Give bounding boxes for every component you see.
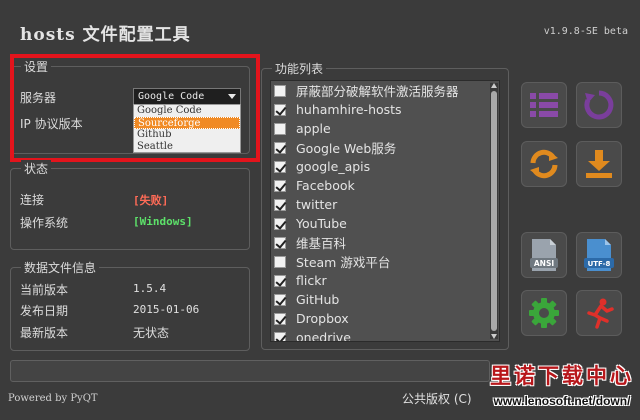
list-item-label: Steam 游戏平台 — [296, 255, 391, 270]
checkbox[interactable] — [274, 312, 286, 325]
list-item-label: 维基百科 — [296, 236, 347, 251]
current-version-label: 当前版本 — [20, 283, 69, 297]
scroll-up-arrow-icon[interactable] — [491, 83, 497, 88]
os-label: 操作系统 — [20, 216, 69, 230]
function-list-button[interactable] — [521, 82, 567, 128]
list-item-label: huhamhire-hosts — [296, 102, 402, 117]
checkbox[interactable] — [274, 274, 286, 287]
list-item-label: GitHub — [296, 292, 340, 307]
list-item-label: YouTube — [296, 216, 347, 231]
list-item[interactable]: GitHub — [271, 290, 499, 309]
latest-version-value: 无状态 — [133, 326, 170, 340]
list-item-label: apple — [296, 121, 331, 136]
utf8-export-button[interactable]: UTF-8 — [576, 232, 622, 278]
powered-by-label: Powered by PyQT — [8, 393, 98, 404]
list-item[interactable]: 屏蔽部分破解软件激活服务器 — [271, 81, 499, 100]
update-data-button[interactable] — [521, 141, 567, 187]
checkbox[interactable] — [274, 255, 286, 268]
functions-group-title: 功能列表 — [272, 60, 327, 77]
download-icon — [586, 150, 612, 178]
functions-scrollbar[interactable] — [490, 83, 498, 339]
checkbox[interactable] — [274, 198, 286, 211]
list-item[interactable]: Google Web服务 — [271, 138, 499, 157]
list-item[interactable]: Facebook — [271, 176, 499, 195]
status-group: 状态 — [10, 160, 250, 250]
list-item[interactable]: huhamhire-hosts — [271, 100, 499, 119]
reset-button[interactable] — [576, 82, 622, 128]
checkbox[interactable] — [274, 141, 286, 154]
latest-version-label: 最新版本 — [20, 326, 69, 340]
list-item[interactable]: 维基百科 — [271, 233, 499, 252]
release-date-value: 2015-01-06 — [133, 303, 200, 316]
list-item-label: twitter — [296, 197, 338, 212]
checkbox[interactable] — [274, 293, 286, 306]
list-item-label: Dropbox — [296, 311, 349, 326]
status-group-title: 状态 — [21, 160, 52, 177]
scroll-thumb[interactable] — [491, 91, 497, 331]
functions-list: 屏蔽部分破解软件激活服务器 huhamhire-hosts apple Google … — [270, 80, 500, 342]
checkbox[interactable] — [274, 103, 286, 116]
checkbox[interactable] — [274, 179, 286, 192]
exit-button[interactable] — [576, 290, 622, 336]
checkbox[interactable] — [274, 160, 286, 173]
list-item-label: Facebook — [296, 178, 355, 193]
ansi-export-button[interactable]: ANSI — [521, 232, 567, 278]
list-item[interactable]: google_apis — [271, 157, 499, 176]
watermark-cn: 里诺下载中心 — [490, 363, 634, 388]
list-item[interactable]: Steam 游戏平台 — [271, 252, 499, 271]
list-item[interactable]: apple — [271, 119, 499, 138]
progress-bar — [10, 360, 490, 382]
checkbox[interactable] — [274, 122, 286, 135]
checkbox[interactable] — [274, 331, 286, 341]
watermark: 里诺下载中心 www.lenosoft.net/down/ — [490, 360, 634, 408]
checkbox[interactable] — [274, 236, 286, 249]
list-item[interactable]: twitter — [271, 195, 499, 214]
connection-label: 连接 — [20, 193, 45, 207]
ansi-file-icon: ANSI — [530, 239, 558, 271]
utf8-file-icon: UTF-8 — [584, 239, 614, 271]
current-version-value: 1.5.4 — [133, 282, 167, 295]
os-status: [Windows] — [133, 215, 193, 228]
connection-status: [失败] — [133, 194, 169, 207]
list-item-label: google_apis — [296, 159, 371, 174]
list-item-label: onedrive — [296, 330, 351, 342]
svg-text:UTF-8: UTF-8 — [588, 260, 611, 268]
settings-icon — [529, 298, 559, 328]
list-icon — [530, 93, 558, 117]
watermark-url: www.lenosoft.net/down/ — [493, 394, 631, 408]
svg-text:ANSI: ANSI — [534, 259, 554, 268]
list-item[interactable]: flickr — [271, 271, 499, 290]
datafile-group-title: 数据文件信息 — [21, 259, 100, 276]
app-title: hosts 文件配置工具 — [20, 25, 191, 45]
refresh-icon — [584, 90, 614, 120]
scroll-down-arrow-icon[interactable] — [491, 334, 497, 339]
checkbox[interactable] — [274, 84, 286, 97]
apply-download-button[interactable] — [576, 141, 622, 187]
copyright-label: 公共版权 (C) — [402, 392, 472, 406]
list-item-label: flickr — [296, 273, 327, 288]
red-highlight-annotation — [10, 54, 260, 162]
checkbox[interactable] — [274, 217, 286, 230]
exit-run-icon — [587, 298, 614, 329]
release-date-label: 发布日期 — [20, 304, 69, 318]
version-label: v1.9.8-SE beta — [543, 26, 628, 37]
sync-icon — [530, 149, 558, 179]
list-item[interactable]: onedrive — [271, 328, 499, 342]
list-item-label: 屏蔽部分破解软件激活服务器 — [296, 84, 459, 99]
list-item[interactable]: Dropbox — [271, 309, 499, 328]
list-item[interactable]: YouTube — [271, 214, 499, 233]
settings-button[interactable] — [521, 290, 567, 336]
list-item-label: Google Web服务 — [296, 141, 397, 156]
